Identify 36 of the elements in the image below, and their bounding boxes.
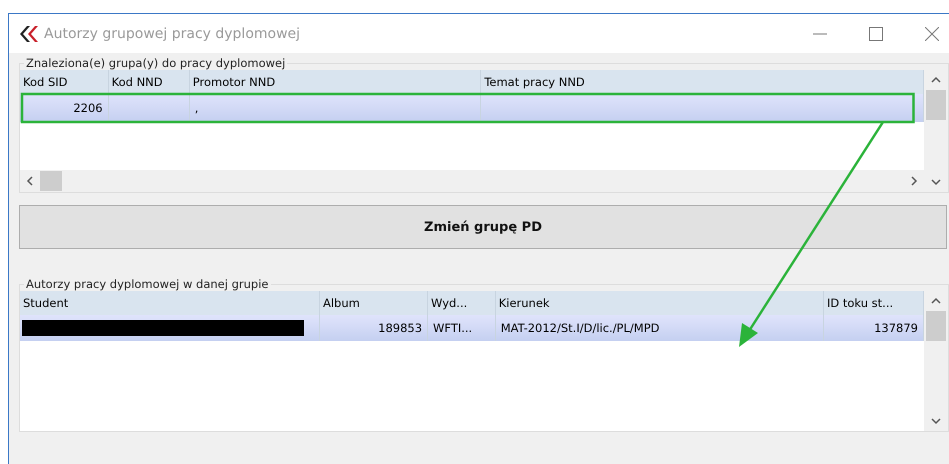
window-title: Autorzy grupowej pracy dyplomowej bbox=[44, 26, 300, 42]
change-group-button[interactable]: Zmień grupę PD bbox=[19, 205, 947, 249]
column-header[interactable]: Student bbox=[20, 291, 320, 315]
scroll-down-icon[interactable] bbox=[931, 178, 941, 186]
scroll-right-icon[interactable] bbox=[910, 176, 918, 186]
table-cell: 2206 bbox=[73, 101, 103, 115]
column-header[interactable]: Promotor NND bbox=[189, 70, 481, 94]
vertical-scrollbar[interactable] bbox=[924, 291, 948, 431]
column-header[interactable]: Temat pracy NND bbox=[480, 70, 924, 94]
table-cell: 189853 bbox=[378, 321, 422, 335]
table-row[interactable]: 2206 , bbox=[20, 94, 924, 122]
horizontal-scrollbar[interactable] bbox=[20, 170, 924, 192]
group-label: Autorzy pracy dyplomowej w danej grupie bbox=[25, 277, 270, 291]
group-label: Znaleziona(e) grupa(y) do pracy dyplomowej bbox=[25, 56, 286, 70]
column-header[interactable]: Album bbox=[319, 291, 428, 315]
table-cell: WFTI... bbox=[433, 321, 472, 335]
table-row[interactable]: 189853 WFTI... MAT-2012/St.I/D/lic./PL/MPD 137879 bbox=[20, 315, 924, 341]
maximize-icon[interactable] bbox=[869, 26, 883, 40]
column-header[interactable]: Kod NND bbox=[108, 70, 190, 94]
close-icon[interactable] bbox=[925, 26, 939, 40]
vertical-scrollbar[interactable] bbox=[924, 70, 948, 192]
column-header[interactable]: ID toku st... bbox=[823, 291, 924, 315]
column-header[interactable]: Kod SID bbox=[20, 70, 108, 94]
scroll-left-icon[interactable] bbox=[26, 176, 34, 186]
scroll-up-icon[interactable] bbox=[931, 297, 941, 305]
scrollbar-thumb[interactable] bbox=[926, 311, 946, 341]
column-header[interactable]: Kierunek bbox=[495, 291, 824, 315]
app-logo-icon bbox=[18, 24, 38, 42]
scroll-down-icon[interactable] bbox=[931, 417, 941, 425]
column-header[interactable]: Wyd... bbox=[428, 291, 496, 315]
scrollbar-thumb[interactable] bbox=[926, 90, 946, 120]
table-cell: , bbox=[194, 101, 198, 115]
table-cell: 137879 bbox=[874, 321, 918, 335]
scrollbar-thumb[interactable] bbox=[40, 171, 62, 191]
table-cell: MAT-2012/St.I/D/lic./PL/MPD bbox=[500, 321, 660, 335]
scroll-up-icon[interactable] bbox=[931, 76, 941, 84]
